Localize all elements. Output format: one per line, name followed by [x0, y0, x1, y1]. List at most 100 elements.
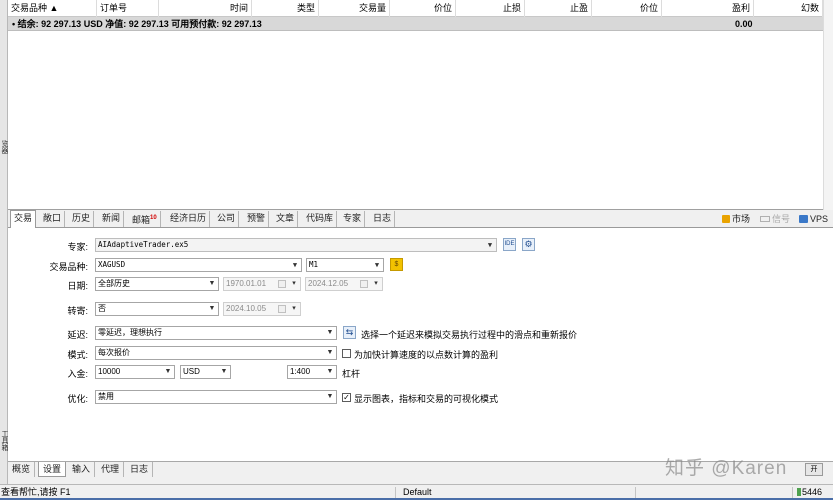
model-select[interactable]: 每次报价 ▼	[95, 346, 337, 360]
ide-icon[interactable]: IDE	[503, 238, 516, 251]
date-to-field[interactable]: 2024.12.05 ▾	[305, 277, 383, 291]
leverage-label: 杠杆	[342, 369, 361, 379]
deposit-value: 10000	[98, 367, 121, 376]
delay-select[interactable]: 零延迟，理想执行 ▼	[95, 326, 337, 340]
visual-mode-checkbox[interactable]: ✓	[342, 393, 351, 402]
currency-select[interactable]: USD ▼	[180, 365, 231, 379]
start-button[interactable]: 开	[805, 463, 823, 476]
balance-summary: • 结余: 92 297.13 USD 净值: 92 297.13 可用预付款:…	[12, 19, 262, 29]
deposit-label: 入金:	[67, 369, 88, 379]
optimization-label: 优化:	[67, 394, 88, 404]
symbol-spec-icon[interactable]: $	[390, 258, 403, 271]
tab-agents[interactable]: 代理	[97, 462, 125, 477]
leverage-value: 1:400	[290, 367, 311, 376]
chevron-down-icon: ▼	[292, 261, 298, 269]
swap-icon[interactable]: ⇆	[343, 326, 356, 339]
tab-journal[interactable]: 日志	[370, 211, 396, 227]
vps-icon	[799, 215, 808, 223]
tab-articles[interactable]: 文章	[273, 211, 299, 227]
left-dock-strip: 览器 工具箱	[0, 0, 8, 484]
col-magic[interactable]: 幻数	[754, 0, 823, 17]
grid-scrollbar[interactable]	[823, 0, 833, 210]
tab-company[interactable]: 公司	[214, 211, 240, 227]
points-profit-checkbox[interactable]	[342, 349, 351, 358]
chevron-down-icon: ▼	[208, 280, 216, 287]
navigator-label[interactable]: 览器	[0, 140, 8, 154]
chevron-down-icon: ▼	[164, 368, 172, 375]
tab-mailbox[interactable]: 邮箱10	[129, 211, 161, 227]
currency-value: USD	[183, 367, 200, 376]
gear-icon[interactable]: ⚙	[522, 238, 535, 251]
tab-overview[interactable]: 概览	[8, 462, 36, 477]
tab-news[interactable]: 新闻	[99, 211, 125, 227]
grid-header: 交易品种 ▲ 订单号 时间 类型 交易量 价位 止损 止盈 价位 盈利 幻数	[8, 0, 833, 17]
vps-label: VPS	[810, 214, 829, 224]
status-traffic-value: 5446	[802, 487, 823, 497]
timeframe-select[interactable]: M1 ▼	[306, 258, 384, 272]
calendar-icon	[360, 280, 368, 288]
tab-alerts[interactable]: 预警	[244, 211, 270, 227]
col-price2[interactable]: 价位	[592, 0, 662, 17]
expert-value: AIAdaptiveTrader.ex5	[98, 240, 189, 249]
tab-history[interactable]: 历史	[69, 211, 95, 227]
col-order[interactable]: 订单号	[97, 0, 159, 17]
date-range-select[interactable]: 全部历史 ▼	[95, 277, 219, 291]
market-button[interactable]: 市场	[722, 212, 750, 226]
chevron-down-icon: ▼	[487, 241, 493, 249]
forward-value: 否	[98, 304, 106, 313]
forward-date-field[interactable]: 2024.10.05 ▾	[223, 302, 301, 316]
tab-calendar[interactable]: 经济日历	[167, 211, 211, 227]
expert-label: 专家:	[67, 242, 88, 252]
chevron-down-icon: ▾	[292, 280, 296, 287]
col-volume[interactable]: 交易量	[319, 0, 390, 17]
forward-date-value: 2024.10.05	[226, 304, 267, 313]
col-type[interactable]: 类型	[252, 0, 319, 17]
delay-value: 零延迟，理想执行	[98, 328, 162, 337]
vps-button[interactable]: VPS	[799, 212, 828, 226]
expert-select[interactable]: AIAdaptiveTrader.ex5 ▼	[95, 238, 497, 252]
toolbox-tabs: 交易 敞口 历史 新闻 邮箱10 经济日历 公司 预警 文章 代码库 专家 日志…	[8, 210, 833, 228]
tab-settings[interactable]: 设置	[38, 462, 67, 477]
timeframe-value: M1	[309, 260, 319, 269]
col-time[interactable]: 时间	[159, 0, 252, 17]
toolbox-label[interactable]: 工具箱	[0, 430, 8, 451]
tab-trade[interactable]: 交易	[10, 210, 37, 228]
delay-label: 延迟:	[67, 330, 88, 340]
tab-experts[interactable]: 专家	[340, 211, 366, 227]
chevron-down-icon: ▾	[374, 280, 378, 287]
signals-label: 信号	[772, 214, 791, 224]
status-divider	[395, 487, 396, 498]
chevron-down-icon: ▼	[326, 368, 334, 375]
chevron-down-icon: ▾	[292, 305, 296, 312]
balance-row[interactable]: • 结余: 92 297.13 USD 净值: 92 297.13 可用预付款:…	[8, 17, 833, 31]
optimization-select[interactable]: 禁用 ▼	[95, 390, 337, 404]
chevron-down-icon: ▼	[326, 349, 334, 356]
leverage-select[interactable]: 1:400 ▼	[287, 365, 337, 379]
signals-button[interactable]: 信号	[760, 212, 790, 226]
tab-inputs[interactable]: 输入	[68, 462, 96, 477]
chevron-down-icon: ▼	[374, 261, 380, 269]
tab-exposure[interactable]: 敞口	[40, 211, 66, 227]
watermark: 知乎 @Karen	[665, 458, 788, 479]
chevron-down-icon: ▼	[326, 329, 334, 336]
model-label: 模式:	[67, 350, 88, 360]
deposit-select[interactable]: 10000 ▼	[95, 365, 175, 379]
col-sl[interactable]: 止损	[456, 0, 525, 17]
col-tp[interactable]: 止盈	[525, 0, 592, 17]
forward-label: 转寄:	[67, 306, 88, 316]
visual-mode-label: 显示图表，指标和交易的可视化模式	[354, 394, 499, 404]
tab-mailbox-label: 邮箱	[132, 215, 151, 225]
signals-icon	[760, 216, 770, 222]
date-from-value: 1970.01.01	[226, 279, 267, 288]
date-to-value: 2024.12.05	[308, 279, 349, 288]
tab-codebase[interactable]: 代码库	[303, 211, 338, 227]
date-from-field[interactable]: 1970.01.01 ▾	[223, 277, 301, 291]
forward-select[interactable]: 否 ▼	[95, 302, 219, 316]
symbol-select[interactable]: XAGUSD ▼	[95, 258, 302, 272]
delay-hint: 选择一个延迟来模拟交易执行过程中的滑点和重新报价	[361, 330, 578, 340]
col-symbol[interactable]: 交易品种 ▲	[8, 0, 97, 17]
col-profit[interactable]: 盈利	[662, 0, 754, 17]
connection-bars-icon	[797, 488, 801, 496]
tab-tester-journal[interactable]: 日志	[126, 462, 154, 477]
col-price[interactable]: 价位	[390, 0, 456, 17]
